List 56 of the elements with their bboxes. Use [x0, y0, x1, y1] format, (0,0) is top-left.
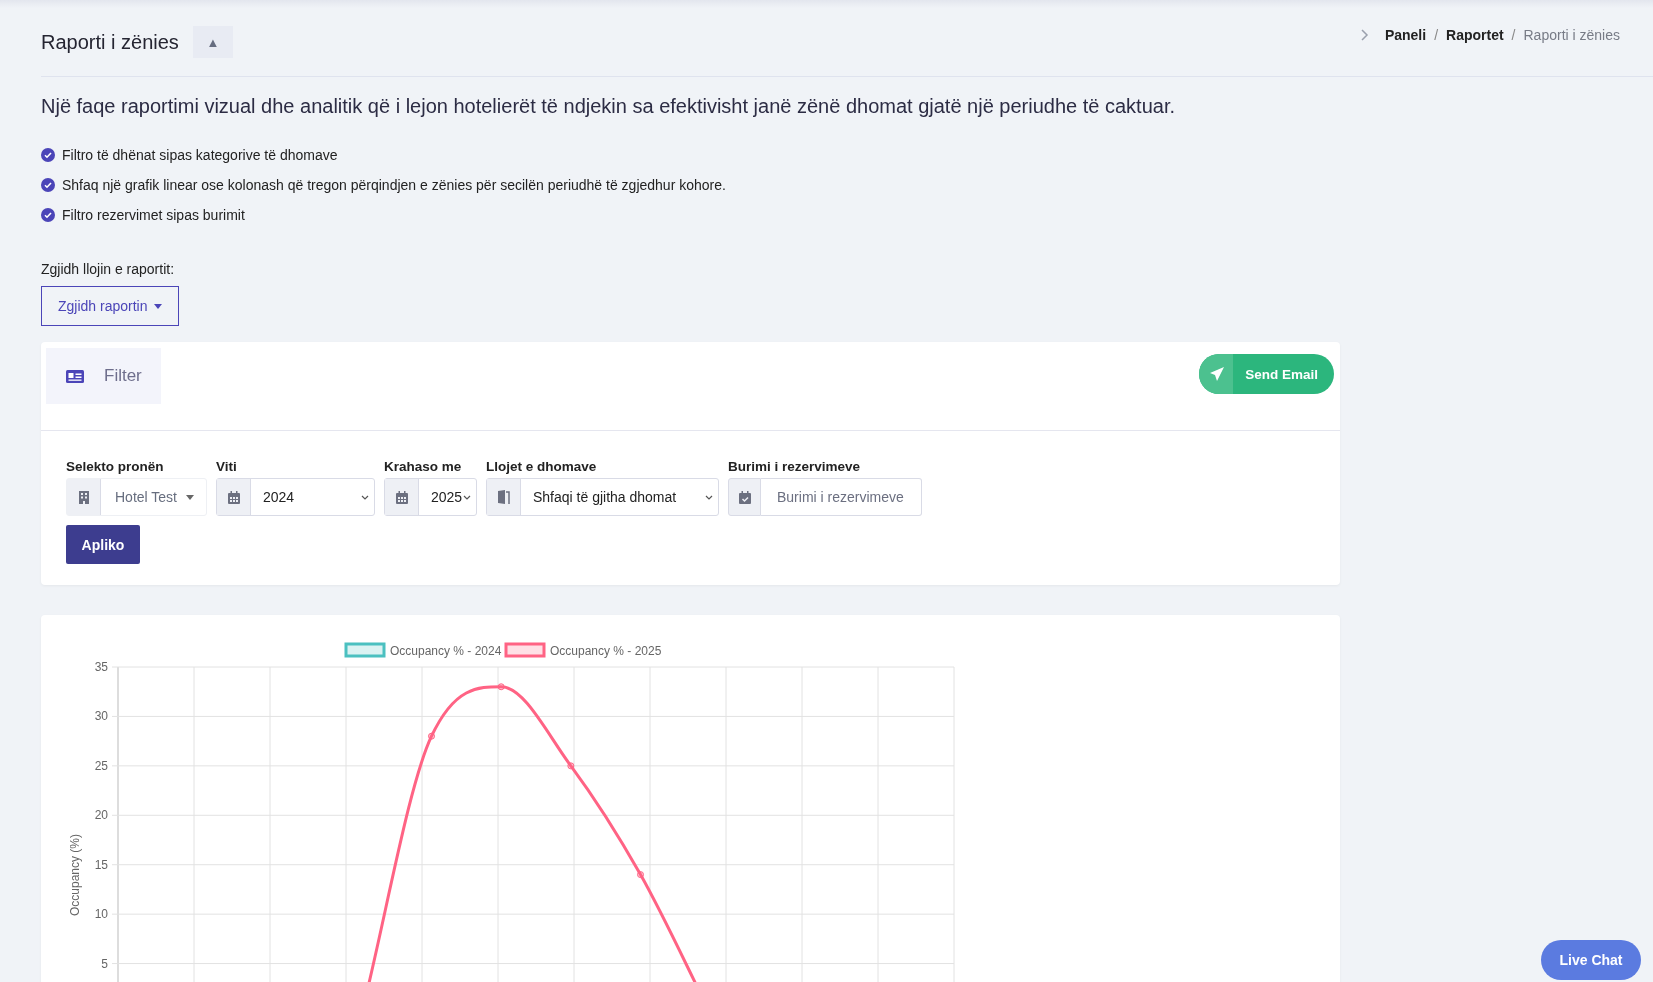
breadcrumb-link[interactable]: Paneli: [1384, 27, 1427, 43]
collapse-button[interactable]: ▲: [192, 26, 233, 58]
y-tick-label: 20: [94, 808, 108, 823]
select-field[interactable]: 2025: [384, 478, 477, 516]
y-tick-label: 30: [94, 709, 108, 724]
chevron-down-icon: [463, 494, 471, 500]
legend-label: Occupancy % - 2025: [550, 643, 662, 658]
breadcrumb-link[interactable]: Raporti i zënies: [1523, 27, 1620, 43]
select-field[interactable]: 2024: [216, 478, 375, 516]
feature-text: Shfaq një grafik linear ose kolonash që tregon përqindjen e zënies për secilën periudhë të zgjedhur kohore.: [62, 177, 726, 193]
check-circle-icon: [41, 148, 55, 162]
select-field[interactable]: Hotel Test: [66, 478, 207, 516]
legend-label: Occupancy % - 2024: [390, 643, 502, 658]
field-label: Selekto pronën: [66, 458, 165, 476]
select-field[interactable]: Shfaqi të gjitha dhomat: [486, 478, 719, 516]
building-icon: [78, 490, 89, 504]
feature-text: Filtro rezervimet sipas burimit: [62, 207, 245, 223]
field-label: Krahaso me: [384, 458, 463, 476]
chevron-icon: [1360, 29, 1369, 41]
y-tick-label: 25: [94, 758, 108, 773]
y-tick-label: 15: [94, 857, 108, 872]
data-point: [637, 871, 644, 879]
caret-icon: [186, 494, 194, 500]
calendar-check-icon: [738, 490, 751, 504]
page-description: Një faqe raportimi vizual dhe analitik që i lejon hotelierët të ndjekin sa efektivisht janë zënë dhomat gjatë një periudhe të caktuar.: [41, 95, 1176, 118]
caret-icon: [153, 303, 162, 309]
input-field[interactable]: Burimi i rezervimeve: [761, 478, 922, 516]
page-title: Raporti i zënies: [41, 30, 179, 54]
field-label: Viti: [216, 458, 238, 476]
data-point: [567, 762, 575, 770]
chevron-down-icon: [361, 494, 369, 500]
y-tick-label: 10: [94, 907, 108, 922]
door-icon: [496, 490, 511, 504]
check-circle-icon: [41, 208, 55, 222]
calendar-icon: [395, 490, 408, 504]
report-type-dropdown[interactable]: Zgjidh raportin: [41, 286, 179, 326]
data-point: [497, 683, 505, 691]
live-chat-button[interactable]: Live Chat: [1541, 940, 1641, 980]
send-icon: [1209, 366, 1226, 382]
breadcrumb-link[interactable]: Raportet: [1446, 27, 1504, 43]
breadcrumb-separator: /: [1434, 27, 1439, 43]
check-circle-icon: [41, 178, 55, 192]
field-label: Llojet e dhomave: [486, 458, 598, 476]
field-label: Burimi i rezervimeve: [728, 458, 862, 476]
calendar-icon: [227, 490, 240, 504]
apply-button[interactable]: Apliko: [66, 525, 140, 564]
y-tick-label: 35: [94, 660, 108, 674]
data-point: [428, 732, 435, 740]
y-tick-label: 5: [101, 956, 108, 971]
breadcrumb-separator: /: [1511, 27, 1516, 43]
y-axis-title: Occupancy (%): [68, 834, 82, 916]
report-type-label: Zgjidh llojin e raportit:: [41, 261, 176, 277]
chevron-down-icon: [705, 494, 713, 500]
filter-tab[interactable]: Filter: [46, 348, 161, 404]
id-card-icon: [66, 369, 84, 383]
feature-text: Filtro të dhënat sipas kategorive të dhomave: [62, 147, 338, 163]
